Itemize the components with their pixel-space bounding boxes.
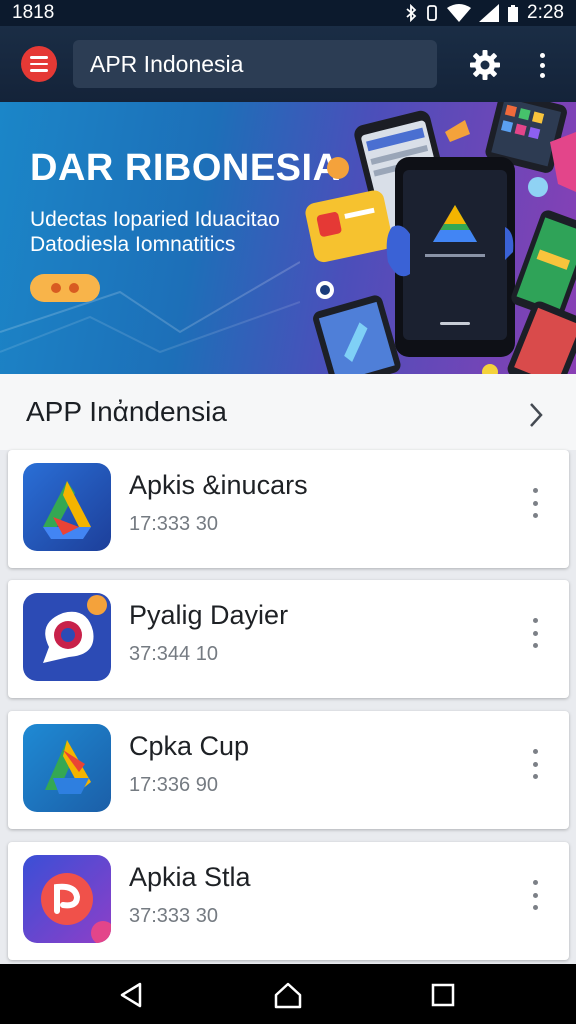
menu-button[interactable] — [21, 46, 57, 82]
app-name: Apkia Stla — [129, 862, 251, 892]
app-meta: 37:344 10 — [129, 643, 218, 665]
app-name: Pyalig Dayier — [129, 600, 289, 630]
app-name: Cpka Cup — [129, 731, 250, 761]
phones-illustration — [305, 102, 576, 374]
more-vert-icon[interactable] — [528, 749, 542, 779]
app-icon-stla — [23, 855, 111, 943]
app-meta: 17:333 30 — [129, 513, 218, 535]
status-time: 2:28 — [527, 2, 564, 23]
battery-icon — [508, 5, 519, 22]
section-title: APP Inἀndensia — [26, 396, 227, 427]
list-item[interactable]: Cpka Cup 17:336 90 — [8, 711, 569, 829]
app-icon-cup — [23, 724, 111, 812]
promo-banner[interactable]: DAR RIBONESIA Udectas Ioparied Iduacitao… — [0, 102, 576, 374]
more-vert-icon[interactable] — [528, 488, 542, 518]
list-item[interactable]: Apkia Stla 37:333 30 — [8, 842, 569, 960]
list-item[interactable]: Pyalig Dayier 37:344 10 — [8, 580, 569, 698]
banner-subtitle-1: Udectas Ioparied Iduacitao — [30, 208, 280, 231]
status-bar: 1818 2:28 — [0, 0, 576, 26]
wifi-icon — [447, 4, 472, 22]
banner-title: DAR RIBONESIA — [30, 147, 341, 189]
more-vert-icon[interactable] — [528, 618, 542, 648]
bluetooth-icon — [406, 4, 417, 22]
system-nav-bar — [0, 964, 576, 1024]
home-icon[interactable] — [273, 980, 303, 1010]
overflow-menu-button[interactable] — [531, 48, 553, 82]
app-icon-player — [23, 593, 111, 681]
app-bar: APR Indonesia — [0, 26, 576, 102]
menu-icon — [30, 56, 48, 59]
chevron-right-icon[interactable] — [528, 402, 544, 428]
back-icon[interactable] — [116, 980, 146, 1010]
banner-cta-button[interactable] — [30, 274, 100, 302]
app-name: Apkis &inucars — [129, 470, 308, 500]
signal-icon — [479, 4, 500, 22]
search-value: APR Indonesia — [90, 50, 244, 77]
more-vert-icon[interactable] — [528, 880, 542, 910]
banner-subtitle-2: Datodiesla Iomnatitics — [30, 233, 236, 256]
app-meta: 37:333 30 — [129, 905, 218, 927]
app-meta: 17:336 90 — [129, 774, 218, 796]
status-left-text: 1818 — [12, 2, 55, 23]
recents-icon[interactable] — [428, 980, 458, 1010]
gear-icon[interactable] — [468, 48, 502, 82]
list-item[interactable]: Apkis &inucars 17:333 30 — [8, 450, 569, 568]
app-icon-drive — [23, 463, 111, 551]
section-header[interactable]: APP Inἀndensia — [0, 374, 576, 450]
search-input[interactable]: APR Indonesia — [73, 40, 437, 88]
vibrate-icon — [427, 5, 437, 21]
